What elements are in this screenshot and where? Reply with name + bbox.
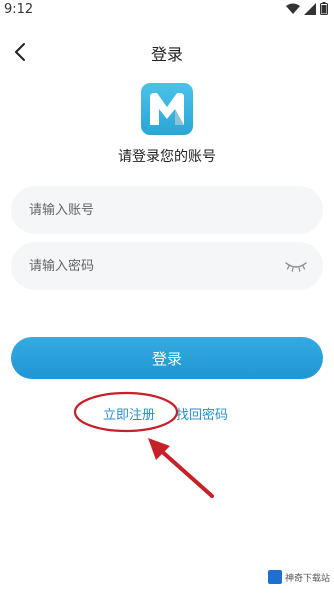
- status-bar: 9:12: [0, 0, 334, 24]
- app-logo: [141, 83, 193, 135]
- register-link[interactable]: 立即注册: [103, 404, 155, 423]
- password-input[interactable]: [11, 257, 281, 275]
- wifi-icon: [286, 3, 300, 14]
- eye-closed-icon: [285, 262, 307, 272]
- login-subtitle: 请登录您的账号: [118, 149, 216, 165]
- forgot-password-link[interactable]: 找回密码: [176, 404, 228, 423]
- signal-icon: [304, 2, 316, 15]
- password-visibility-toggle[interactable]: [285, 258, 307, 274]
- annotation-arrow-icon: [148, 438, 214, 498]
- status-time: 9:12: [4, 2, 34, 17]
- battery-icon: [320, 2, 328, 15]
- account-input[interactable]: [11, 201, 281, 219]
- login-button[interactable]: 登录: [11, 337, 323, 379]
- watermark-text: 神奇下载站: [284, 573, 330, 584]
- password-field[interactable]: [11, 242, 323, 290]
- page-title: 登录: [150, 45, 183, 64]
- status-icons: [286, 2, 328, 15]
- app-logo-icon: [150, 93, 184, 125]
- watermark: 神奇下载站: [267, 570, 330, 584]
- account-field[interactable]: [11, 186, 323, 234]
- watermark-logo-icon: [267, 570, 282, 584]
- header: 登录: [0, 34, 334, 70]
